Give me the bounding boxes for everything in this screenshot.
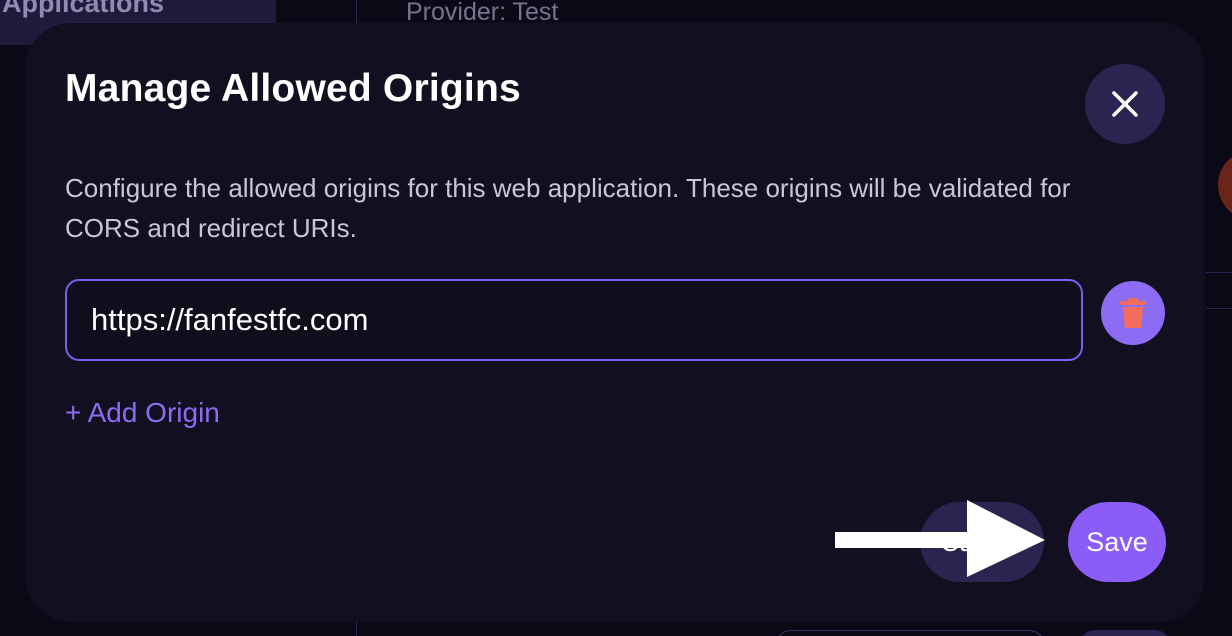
dialog-description: Configure the allowed origins for this w… bbox=[65, 173, 1071, 243]
delete-origin-button[interactable] bbox=[1101, 281, 1165, 345]
background-divider bbox=[1206, 272, 1232, 273]
app-screen: Applications Provider: Test Manage Allow… bbox=[0, 0, 1232, 636]
sidebar-item-label: Applications bbox=[2, 0, 165, 18]
background-button bbox=[1080, 630, 1170, 636]
background-divider bbox=[1206, 308, 1232, 309]
arrow-right-icon bbox=[835, 500, 1045, 577]
add-origin-button[interactable]: + Add Origin bbox=[65, 397, 220, 429]
background-avatar bbox=[1218, 150, 1232, 220]
trash-icon bbox=[1120, 298, 1146, 328]
close-icon bbox=[1112, 91, 1138, 117]
dialog-title: Manage Allowed Origins bbox=[65, 67, 521, 110]
origin-input[interactable] bbox=[65, 279, 1083, 361]
close-button[interactable] bbox=[1085, 64, 1165, 144]
save-button[interactable]: Save bbox=[1068, 502, 1166, 582]
background-button bbox=[775, 630, 1045, 636]
